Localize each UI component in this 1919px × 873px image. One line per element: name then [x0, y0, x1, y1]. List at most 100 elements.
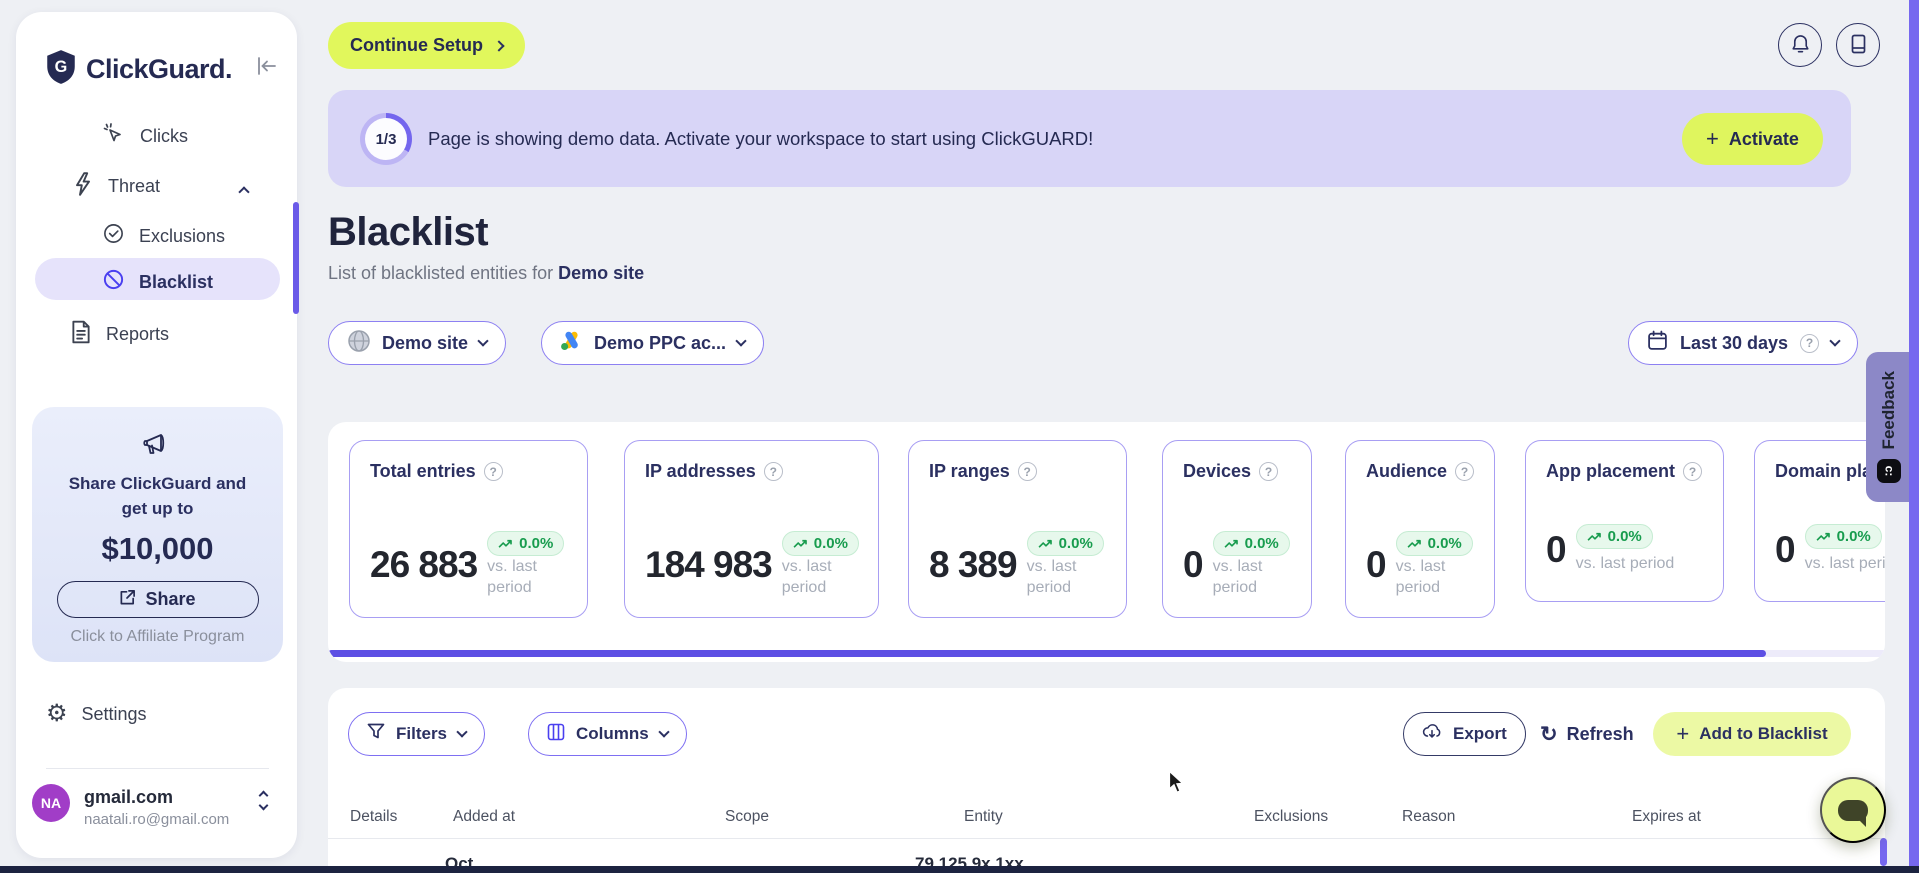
filters-button[interactable]: Filters — [348, 712, 486, 756]
document-icon — [70, 320, 92, 349]
bottom-window-edge — [0, 866, 1919, 873]
stat-label: IP ranges — [929, 461, 1010, 481]
page-scrollbar[interactable] — [1909, 0, 1919, 866]
calendar-icon — [1647, 330, 1668, 356]
date-range-label: Last 30 days — [1680, 332, 1789, 353]
plus-icon: + — [1706, 126, 1719, 151]
chat-widget-button[interactable] — [1820, 777, 1886, 843]
site-selector[interactable]: Demo site — [328, 321, 507, 365]
continue-setup-label: Continue Setup — [350, 35, 483, 55]
delta-badge: 0.0% — [1575, 524, 1653, 550]
stats-scrollbar-track[interactable] — [328, 650, 1885, 657]
ppc-account-selector[interactable]: Demo PPC ac... — [541, 321, 765, 365]
chevron-up-icon[interactable] — [238, 186, 250, 198]
help-icon[interactable]: ? — [1259, 462, 1279, 481]
stats-scrollbar-thumb[interactable] — [328, 650, 1766, 657]
stat-value: 0 — [1183, 543, 1204, 585]
stat-label: Total entries — [370, 461, 476, 481]
page-subtitle: List of blacklisted entities for Demo si… — [328, 263, 645, 283]
banner-message: Page is showing demo data. Activate your… — [428, 128, 1094, 149]
filters-label: Filters — [396, 724, 448, 743]
cloud-download-icon — [1422, 723, 1442, 745]
refresh-icon: ↻ — [1540, 722, 1558, 746]
sidebar-item-settings[interactable]: ⚙ Settings — [46, 702, 147, 726]
export-button[interactable]: Export — [1403, 712, 1526, 756]
column-header-expires-at[interactable]: Expires at — [1632, 808, 1701, 826]
help-icon[interactable]: ? — [1017, 462, 1037, 481]
logo-shield-icon: G — [46, 50, 76, 89]
sidebar-item-label: Settings — [81, 703, 147, 724]
page-title: Blacklist — [328, 210, 489, 254]
stat-note: vs. last period — [1395, 557, 1446, 597]
continue-setup-button[interactable]: Continue Setup — [328, 22, 525, 69]
share-button[interactable]: Share — [56, 581, 259, 619]
sidebar: G ClickGuard. Clicks Threat Exclusions B… — [16, 12, 299, 858]
sidebar-collapse-icon[interactable] — [256, 56, 278, 81]
help-icon[interactable]: ? — [1800, 333, 1820, 353]
column-header-exclusions[interactable]: Exclusions — [1254, 808, 1328, 826]
subtitle-site-name: Demo site — [558, 263, 645, 283]
sidebar-item-reports[interactable]: Reports — [70, 320, 169, 349]
sidebar-item-label: Blacklist — [139, 271, 214, 292]
stat-card-devices: Devices? 0 0.0% vs. last period — [1162, 440, 1312, 618]
external-link-icon — [119, 589, 136, 611]
add-to-blacklist-button[interactable]: + Add to Blacklist — [1653, 712, 1851, 756]
column-header-added-at[interactable]: Added at — [453, 808, 515, 826]
app-root: G ClickGuard. Clicks Threat Exclusions B… — [0, 0, 1919, 873]
sidebar-item-threat[interactable]: Threat — [72, 172, 160, 201]
stat-card-audience: Audience? 0 0.0% vs. last period — [1345, 440, 1495, 618]
sidebar-item-label: Exclusions — [139, 225, 226, 246]
add-to-blacklist-label: Add to Blacklist — [1699, 724, 1828, 743]
affiliate-promo-card[interactable]: Share ClickGuard and get up to $10,000 S… — [32, 407, 283, 662]
avatar[interactable]: NA — [32, 784, 70, 822]
help-icon[interactable]: ? — [1683, 462, 1703, 481]
stat-note: vs. last period — [1026, 557, 1077, 597]
activate-button[interactable]: + Activate — [1682, 113, 1823, 165]
stat-label: App placement — [1546, 461, 1676, 481]
account-email: naatali.ro@gmail.com — [84, 811, 230, 828]
notifications-button[interactable] — [1778, 23, 1822, 67]
refresh-button[interactable]: ↻ Refresh — [1540, 712, 1634, 756]
column-header-details[interactable]: Details — [350, 808, 397, 826]
table-scrollbar-thumb[interactable] — [1880, 838, 1887, 866]
help-icon[interactable]: ? — [1455, 462, 1474, 481]
gear-icon: ⚙ — [46, 700, 68, 727]
site-selector-label: Demo site — [382, 332, 469, 353]
sidebar-item-label: Reports — [106, 324, 170, 344]
badge-check-icon — [102, 222, 125, 250]
docs-button[interactable] — [1836, 23, 1880, 67]
sidebar-item-label: Threat — [108, 176, 161, 196]
stat-value: 0 — [1546, 528, 1567, 570]
table-header-divider — [328, 838, 1885, 839]
columns-button[interactable]: Columns — [528, 712, 687, 756]
block-icon — [102, 268, 125, 296]
column-header-entity[interactable]: Entity — [964, 808, 1003, 826]
feedback-tab[interactable]: Feedback c: — [1866, 352, 1912, 502]
column-header-reason[interactable]: Reason — [1402, 808, 1455, 826]
logo-text: ClickGuard. — [86, 54, 233, 84]
help-icon[interactable]: ? — [483, 462, 503, 481]
sidebar-item-blacklist[interactable]: Blacklist — [102, 268, 213, 296]
sidebar-item-exclusions[interactable]: Exclusions — [102, 222, 225, 250]
chevron-right-icon — [493, 39, 505, 52]
chevron-down-icon — [456, 726, 468, 738]
setup-progress-value: 1/3 — [365, 118, 407, 160]
sidebar-item-clicks[interactable]: Clicks — [102, 122, 188, 151]
stat-card-total-entries: Total entries? 26 883 0.0% vs. last perio… — [349, 440, 588, 618]
setup-progress-ring: 1/3 — [360, 113, 412, 165]
stat-note: vs. last period — [1212, 557, 1263, 597]
delta-badge: 0.0% — [781, 530, 859, 556]
stats-panel: Total entries? 26 883 0.0% vs. last perio… — [328, 422, 1885, 662]
help-icon[interactable]: ? — [763, 462, 783, 481]
delta-badge: 0.0% — [1212, 530, 1290, 556]
column-header-scope[interactable]: Scope — [725, 808, 769, 826]
mouse-cursor — [1166, 769, 1188, 799]
book-icon — [1849, 33, 1868, 58]
account-switcher-icon[interactable] — [258, 790, 269, 811]
plus-icon: + — [1676, 721, 1690, 746]
delta-badge: 0.0% — [487, 530, 565, 556]
stat-card-ip-ranges: IP ranges? 8 389 0.0% vs. last period — [908, 440, 1127, 618]
columns-icon — [547, 723, 565, 746]
date-range-selector[interactable]: Last 30 days ? — [1628, 321, 1859, 365]
demo-data-banner: 1/3 Page is showing demo data. Activate … — [328, 90, 1851, 187]
